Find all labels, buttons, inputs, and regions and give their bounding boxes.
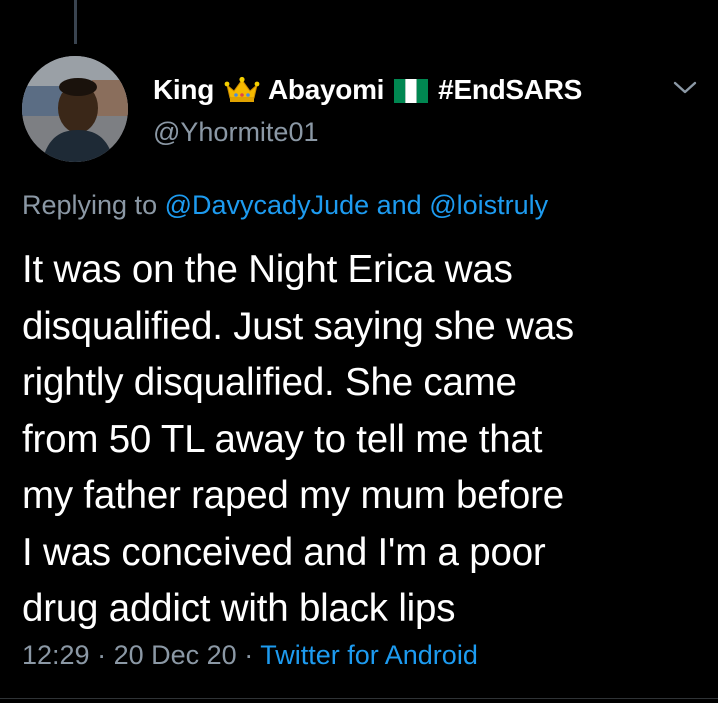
tweet-date[interactable]: 20 Dec 20 <box>114 640 237 670</box>
meta-separator: · <box>97 640 107 670</box>
replying-to-label: Replying to <box>22 190 158 220</box>
tweet-source-link[interactable]: Twitter for Android <box>260 640 478 670</box>
divider <box>0 698 718 699</box>
author-name-second: Abayomi <box>268 74 385 105</box>
replying-to-connector: and <box>376 190 422 220</box>
avatar-photo <box>22 56 128 162</box>
author-name-first: King <box>153 74 215 105</box>
meta-separator: · <box>244 640 254 670</box>
avatar[interactable] <box>22 56 128 162</box>
tweet-text: It was on the Night Erica was disqualifi… <box>22 248 574 630</box>
author-name[interactable]: King Abayomi #EndSARS <box>153 70 582 110</box>
crown-emoji-icon <box>224 76 260 104</box>
tweet-meta: 12:29 · 20 Dec 20 · Twitter for Android <box>22 640 478 671</box>
chevron-down-icon[interactable] <box>672 78 698 98</box>
author-handle[interactable]: @Yhormite01 <box>153 117 318 148</box>
tweet-time[interactable]: 12:29 <box>22 640 90 670</box>
mention-link-davycadyjude[interactable]: @DavycadyJude <box>165 190 370 220</box>
author-hashtag: #EndSARS <box>438 74 583 105</box>
replying-to-line: Replying to @DavycadyJude and @loistruly <box>22 190 548 221</box>
nigeria-flag-icon <box>394 78 429 103</box>
mention-link-loistruly[interactable]: @loistruly <box>429 190 548 220</box>
thread-connector-line <box>74 0 77 44</box>
